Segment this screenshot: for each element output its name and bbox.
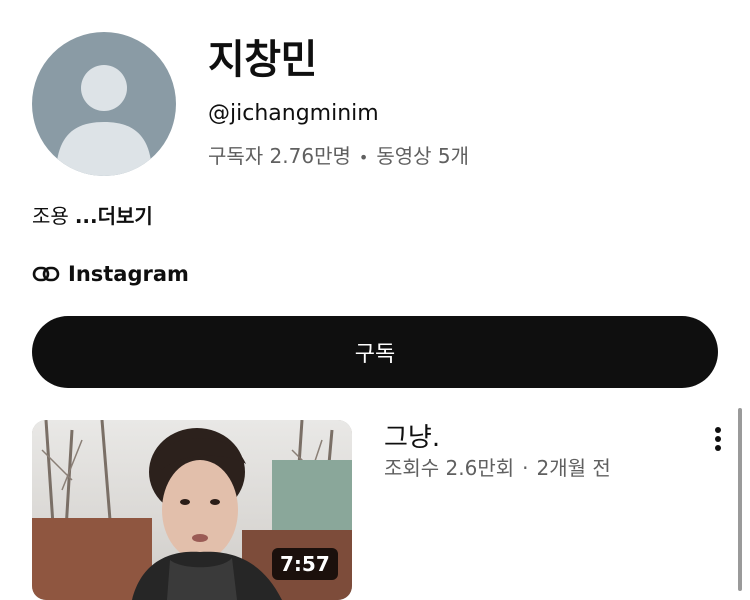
video-title[interactable]: 그냥. [384, 420, 440, 456]
video-views: 조회수 2.6만회 [384, 456, 515, 480]
stats-separator: • [358, 148, 369, 167]
channel-handle: @jichangminim [208, 101, 379, 126]
link-label: Instagram [68, 262, 189, 286]
channel-description[interactable]: 조용 ...더보기 [32, 200, 153, 232]
channel-stats: 구독자 2.76만명 • 동영상 5개 [208, 140, 469, 174]
instagram-link[interactable]: Instagram [32, 258, 189, 290]
video-age: 2개월 전 [536, 456, 611, 480]
channel-name: 지창민 [208, 37, 317, 83]
subscriber-count: 구독자 2.76만명 [208, 144, 351, 168]
video-duration: 7:57 [272, 548, 338, 580]
default-avatar-icon [56, 65, 152, 176]
video-meta: 조회수 2.6만회 · 2개월 전 [384, 452, 611, 484]
more-link[interactable]: ...더보기 [75, 204, 153, 228]
subscribe-button[interactable]: 구독 [32, 316, 718, 388]
more-vert-icon [715, 427, 721, 451]
meta-separator: · [522, 456, 529, 480]
link-icon [32, 266, 60, 282]
video-thumbnail[interactable]: 7:57 [32, 420, 352, 600]
video-menu-button[interactable] [704, 424, 732, 454]
video-count: 동영상 5개 [376, 144, 470, 168]
description-text: 조용 [32, 204, 69, 228]
channel-avatar[interactable] [32, 32, 176, 176]
scrollbar[interactable] [738, 408, 742, 591]
